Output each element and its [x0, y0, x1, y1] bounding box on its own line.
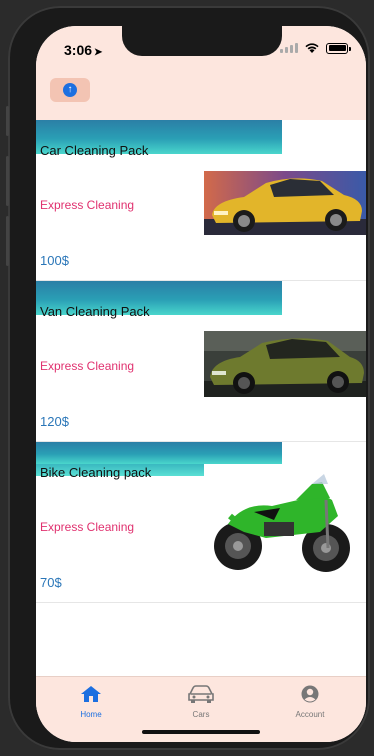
card-subtitle: Express Cleaning: [40, 359, 135, 373]
card-price: 120$: [40, 414, 69, 429]
device-frame: 3:06 ➤ ↑ Car Cleaning Pack Express Clean…: [6, 6, 370, 750]
tab-home[interactable]: Home: [46, 685, 136, 719]
status-time-text: 3:06: [64, 42, 93, 58]
side-button: [6, 106, 9, 136]
card-title: Van Cleaning Pack: [40, 304, 150, 319]
signal-icon: [280, 43, 298, 53]
tab-cars[interactable]: Cars: [156, 685, 246, 719]
tab-label: Cars: [192, 710, 210, 719]
wifi-icon: [305, 43, 319, 53]
battery-icon: [326, 42, 351, 54]
card-title: Car Cleaning Pack: [40, 143, 149, 158]
list-item[interactable]: Bike Cleaning pack Express Cleaning 70$: [36, 442, 366, 603]
location-arrow-icon: ➤: [94, 47, 103, 58]
tab-label: Account: [295, 710, 325, 719]
green-motorbike-image: [214, 474, 350, 572]
info-icon: ↑: [63, 83, 77, 97]
status-time: 3:06 ➤: [64, 42, 102, 58]
list-item[interactable]: Van Cleaning Pack Express Cleaning 120$: [36, 281, 366, 442]
top-bar: 3:06 ➤ ↑: [36, 26, 366, 120]
home-icon: [81, 686, 101, 702]
green-car-image: [204, 331, 366, 397]
yellow-car-image: [204, 171, 366, 235]
volume-up-button: [6, 156, 9, 206]
status-icons: [280, 42, 351, 54]
pack-list: Car Cleaning Pack Express Cleaning 100$: [36, 120, 366, 603]
car-icon: [188, 685, 214, 703]
card-subtitle: Express Cleaning: [40, 520, 135, 534]
account-icon: [301, 685, 319, 703]
notch: [122, 26, 282, 56]
card-price: 70$: [40, 575, 62, 590]
volume-down-button: [6, 216, 9, 266]
card-title: Bike Cleaning pack: [40, 465, 152, 480]
tab-bar: Home Cars Account: [36, 676, 366, 742]
card-subtitle: Express Cleaning: [40, 198, 135, 212]
card-header: [36, 442, 282, 464]
list-item[interactable]: Car Cleaning Pack Express Cleaning 100$: [36, 120, 366, 281]
tab-account[interactable]: Account: [265, 685, 355, 719]
screen: 3:06 ➤ ↑ Car Cleaning Pack Express Clean…: [36, 26, 366, 742]
tab-label: Home: [80, 710, 102, 719]
card-price: 100$: [40, 253, 69, 268]
home-indicator: [142, 730, 260, 734]
info-button[interactable]: ↑: [50, 78, 90, 102]
